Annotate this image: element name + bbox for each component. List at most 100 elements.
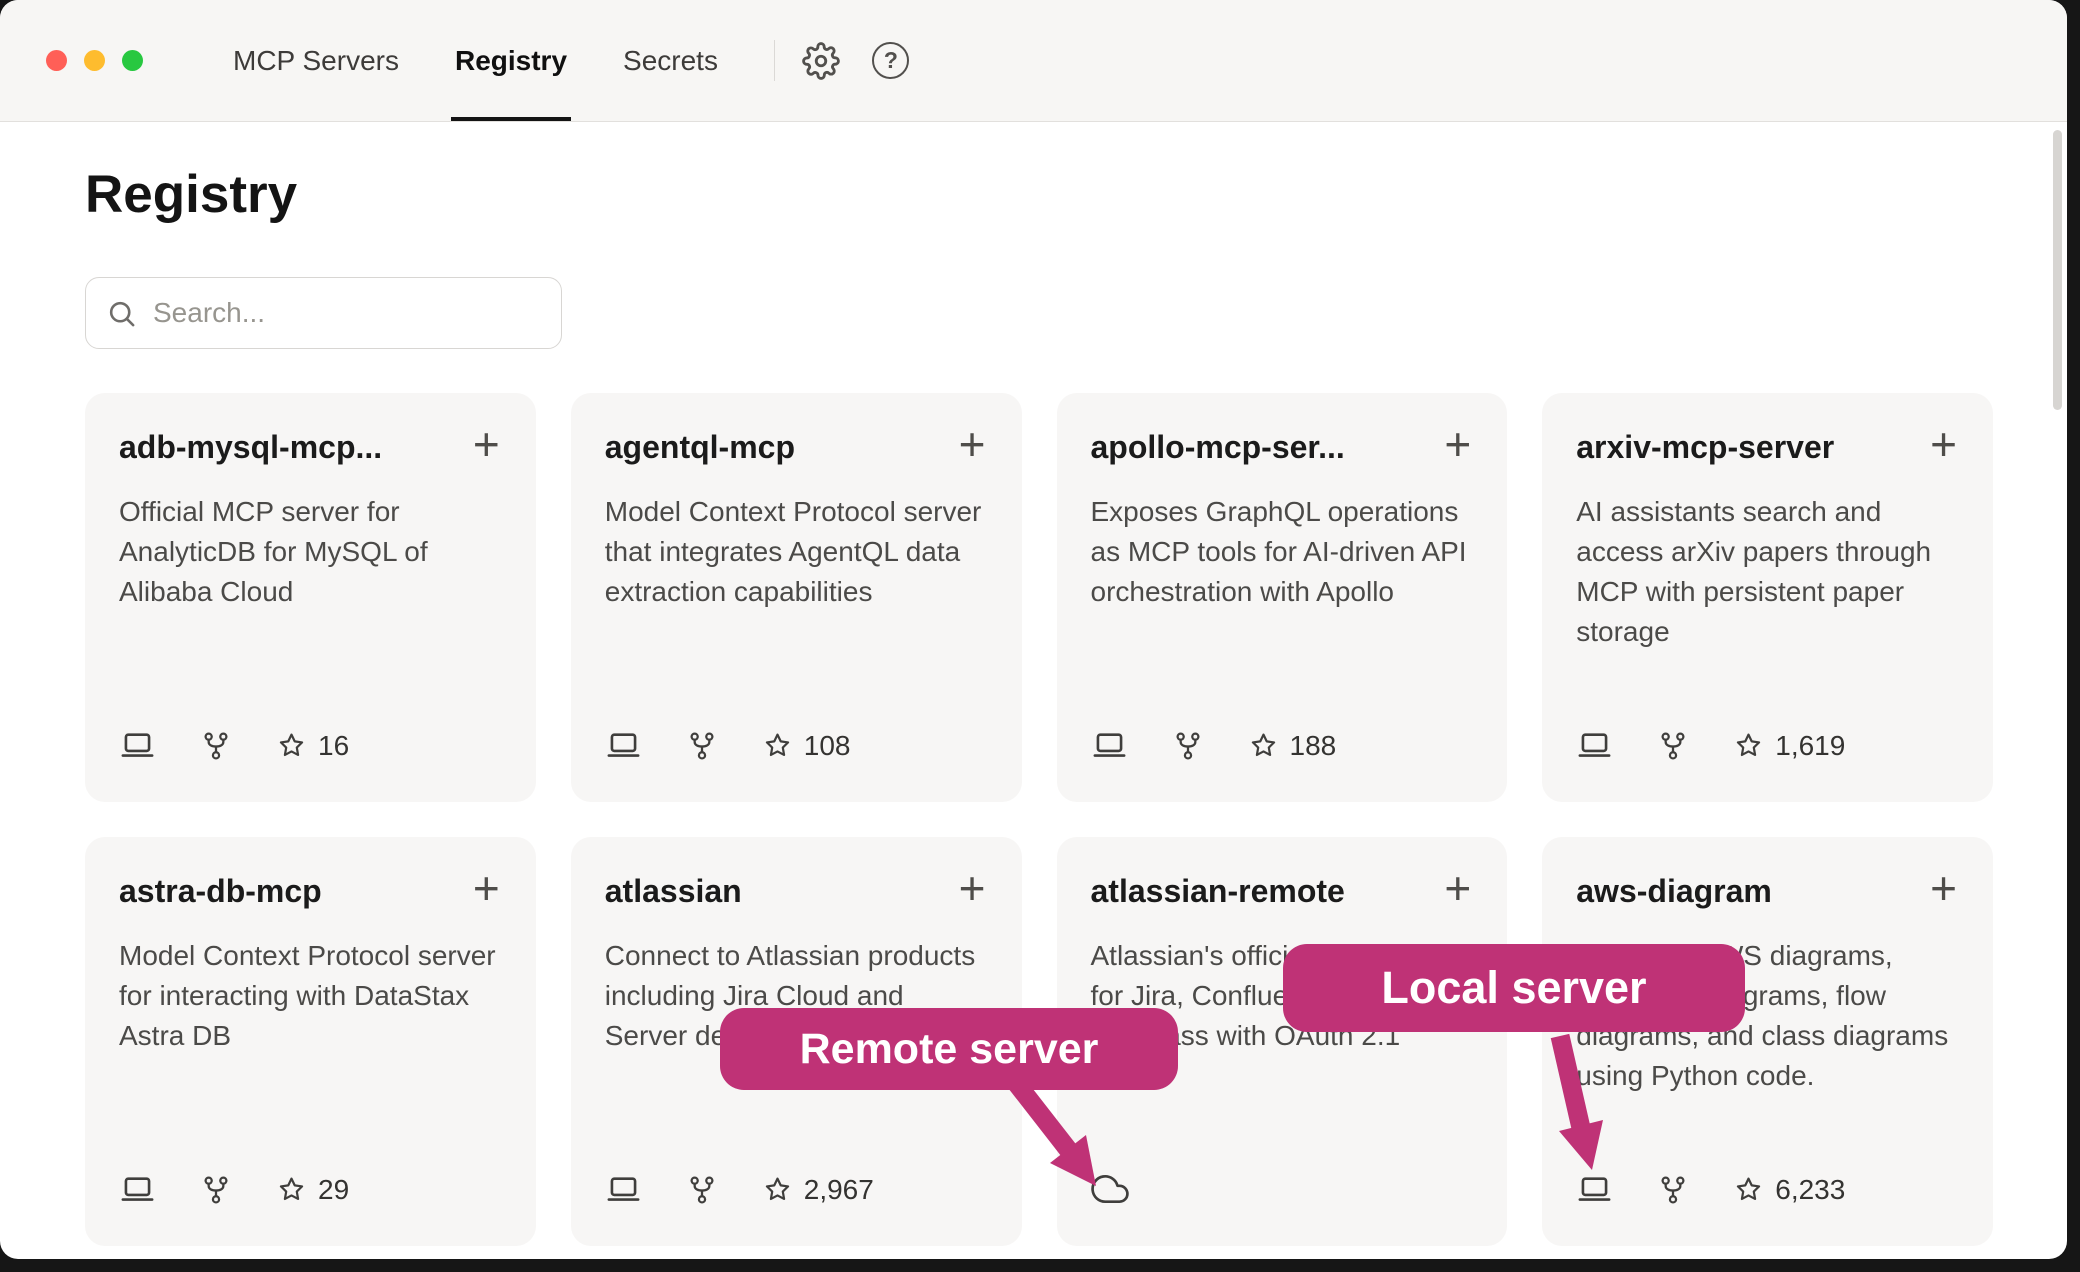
server-card[interactable]: astra-db-mcp + Model Context Protocol se… xyxy=(85,837,536,1246)
star-icon xyxy=(1733,1174,1764,1205)
fork-icon xyxy=(1657,730,1689,762)
zoom-window-button[interactable] xyxy=(122,50,143,71)
fork-icon xyxy=(200,730,232,762)
minimize-window-button[interactable] xyxy=(84,50,105,71)
repository-link xyxy=(1657,1174,1689,1206)
card-title: adb-mysql-mcp... xyxy=(119,429,382,466)
server-card[interactable]: agentql-mcp + Model Context Protocol ser… xyxy=(571,393,1022,802)
star-icon xyxy=(276,730,307,761)
fork-icon xyxy=(686,730,718,762)
card-header: adb-mysql-mcp... + xyxy=(119,429,502,466)
remote-server-callout: Remote server xyxy=(720,1008,1178,1090)
laptop-icon xyxy=(605,727,642,764)
star-icon xyxy=(1733,730,1764,761)
card-footer: 6,233 xyxy=(1576,1171,1959,1208)
server-card[interactable]: adb-mysql-mcp... + Official MCP server f… xyxy=(85,393,536,802)
cloud-icon xyxy=(1091,1170,1129,1208)
star-rating: 6,233 xyxy=(1733,1174,1845,1206)
star-count: 16 xyxy=(318,730,349,762)
star-count: 188 xyxy=(1290,730,1337,762)
tab-registry[interactable]: Registry xyxy=(427,0,595,121)
local-server-indicator xyxy=(119,1171,156,1208)
card-title: aws-diagram xyxy=(1576,873,1772,910)
add-server-button[interactable]: + xyxy=(957,873,988,903)
card-header: aws-diagram + xyxy=(1576,873,1959,910)
repository-link xyxy=(686,730,718,762)
fork-icon xyxy=(1657,1174,1689,1206)
repository-link xyxy=(1172,730,1204,762)
add-server-button[interactable]: + xyxy=(1442,429,1473,459)
repository-link xyxy=(686,1174,718,1206)
card-description: Model Context Protocol server that integ… xyxy=(605,492,988,612)
laptop-icon xyxy=(1576,727,1613,764)
local-server-indicator xyxy=(605,1171,642,1208)
add-server-button[interactable]: + xyxy=(957,429,988,459)
star-rating: 108 xyxy=(762,730,851,762)
local-server-indicator xyxy=(1576,727,1613,764)
server-card[interactable]: aws-diagram + Generate AWS diagrams, seq… xyxy=(1542,837,1993,1246)
star-rating: 2,967 xyxy=(762,1174,874,1206)
card-title: astra-db-mcp xyxy=(119,873,322,910)
star-count: 2,967 xyxy=(804,1174,874,1206)
close-window-button[interactable] xyxy=(46,50,67,71)
card-header: astra-db-mcp + xyxy=(119,873,502,910)
card-header: atlassian-remote + xyxy=(1091,873,1474,910)
card-title: arxiv-mcp-server xyxy=(1576,429,1834,466)
local-server-indicator xyxy=(119,727,156,764)
card-grid: adb-mysql-mcp... + Official MCP server f… xyxy=(85,393,1993,1246)
star-rating: 16 xyxy=(276,730,349,762)
laptop-icon xyxy=(1091,727,1128,764)
star-count: 108 xyxy=(804,730,851,762)
scrollbar-thumb[interactable] xyxy=(2053,130,2062,410)
laptop-icon xyxy=(605,1171,642,1208)
card-header: apollo-mcp-ser... + xyxy=(1091,429,1474,466)
laptop-icon xyxy=(119,727,156,764)
search-icon xyxy=(106,298,137,329)
star-icon xyxy=(762,730,793,761)
fork-icon xyxy=(1172,730,1204,762)
add-server-button[interactable]: + xyxy=(471,873,502,903)
star-count: 6,233 xyxy=(1775,1174,1845,1206)
add-server-button[interactable]: + xyxy=(1928,429,1959,459)
local-server-indicator xyxy=(1576,1171,1613,1208)
card-footer: 16 xyxy=(119,727,502,764)
card-footer: 108 xyxy=(605,727,988,764)
card-description: AI assistants search and access arXiv pa… xyxy=(1576,492,1959,652)
card-title: apollo-mcp-ser... xyxy=(1091,429,1345,466)
star-rating: 188 xyxy=(1248,730,1337,762)
card-title: agentql-mcp xyxy=(605,429,795,466)
card-title: atlassian xyxy=(605,873,742,910)
search-input[interactable] xyxy=(153,297,541,329)
add-server-button[interactable]: + xyxy=(471,429,502,459)
card-title: atlassian-remote xyxy=(1091,873,1345,910)
card-header: agentql-mcp + xyxy=(605,429,988,466)
star-rating: 1,619 xyxy=(1733,730,1845,762)
add-server-button[interactable]: + xyxy=(1928,873,1959,903)
help-button[interactable]: ? xyxy=(867,37,915,85)
star-icon xyxy=(1248,730,1279,761)
card-footer: 2,967 xyxy=(605,1171,988,1208)
star-count: 1,619 xyxy=(1775,730,1845,762)
tab-mcp-servers[interactable]: MCP Servers xyxy=(205,0,427,121)
star-rating: 29 xyxy=(276,1174,349,1206)
app-window: MCP Servers Registry Secrets ? Registry xyxy=(0,0,2067,1259)
help-icon: ? xyxy=(872,42,909,79)
server-card[interactable]: arxiv-mcp-server + AI assistants search … xyxy=(1542,393,1993,802)
titlebar: MCP Servers Registry Secrets ? xyxy=(0,0,2067,122)
tab-secrets[interactable]: Secrets xyxy=(595,0,746,121)
laptop-icon xyxy=(119,1171,156,1208)
laptop-icon xyxy=(1576,1171,1613,1208)
traffic-lights xyxy=(0,0,143,121)
add-server-button[interactable]: + xyxy=(1442,873,1473,903)
settings-button[interactable] xyxy=(797,37,845,85)
card-footer: 29 xyxy=(119,1171,502,1208)
search-box[interactable] xyxy=(85,277,562,349)
card-footer: 1,619 xyxy=(1576,727,1959,764)
server-card[interactable]: apollo-mcp-ser... + Exposes GraphQL oper… xyxy=(1057,393,1508,802)
help-glyph: ? xyxy=(884,47,898,74)
card-header: arxiv-mcp-server + xyxy=(1576,429,1959,466)
local-server-indicator xyxy=(1091,727,1128,764)
card-footer: 188 xyxy=(1091,727,1474,764)
card-description: Exposes GraphQL operations as MCP tools … xyxy=(1091,492,1474,612)
page-title: Registry xyxy=(85,164,1993,225)
